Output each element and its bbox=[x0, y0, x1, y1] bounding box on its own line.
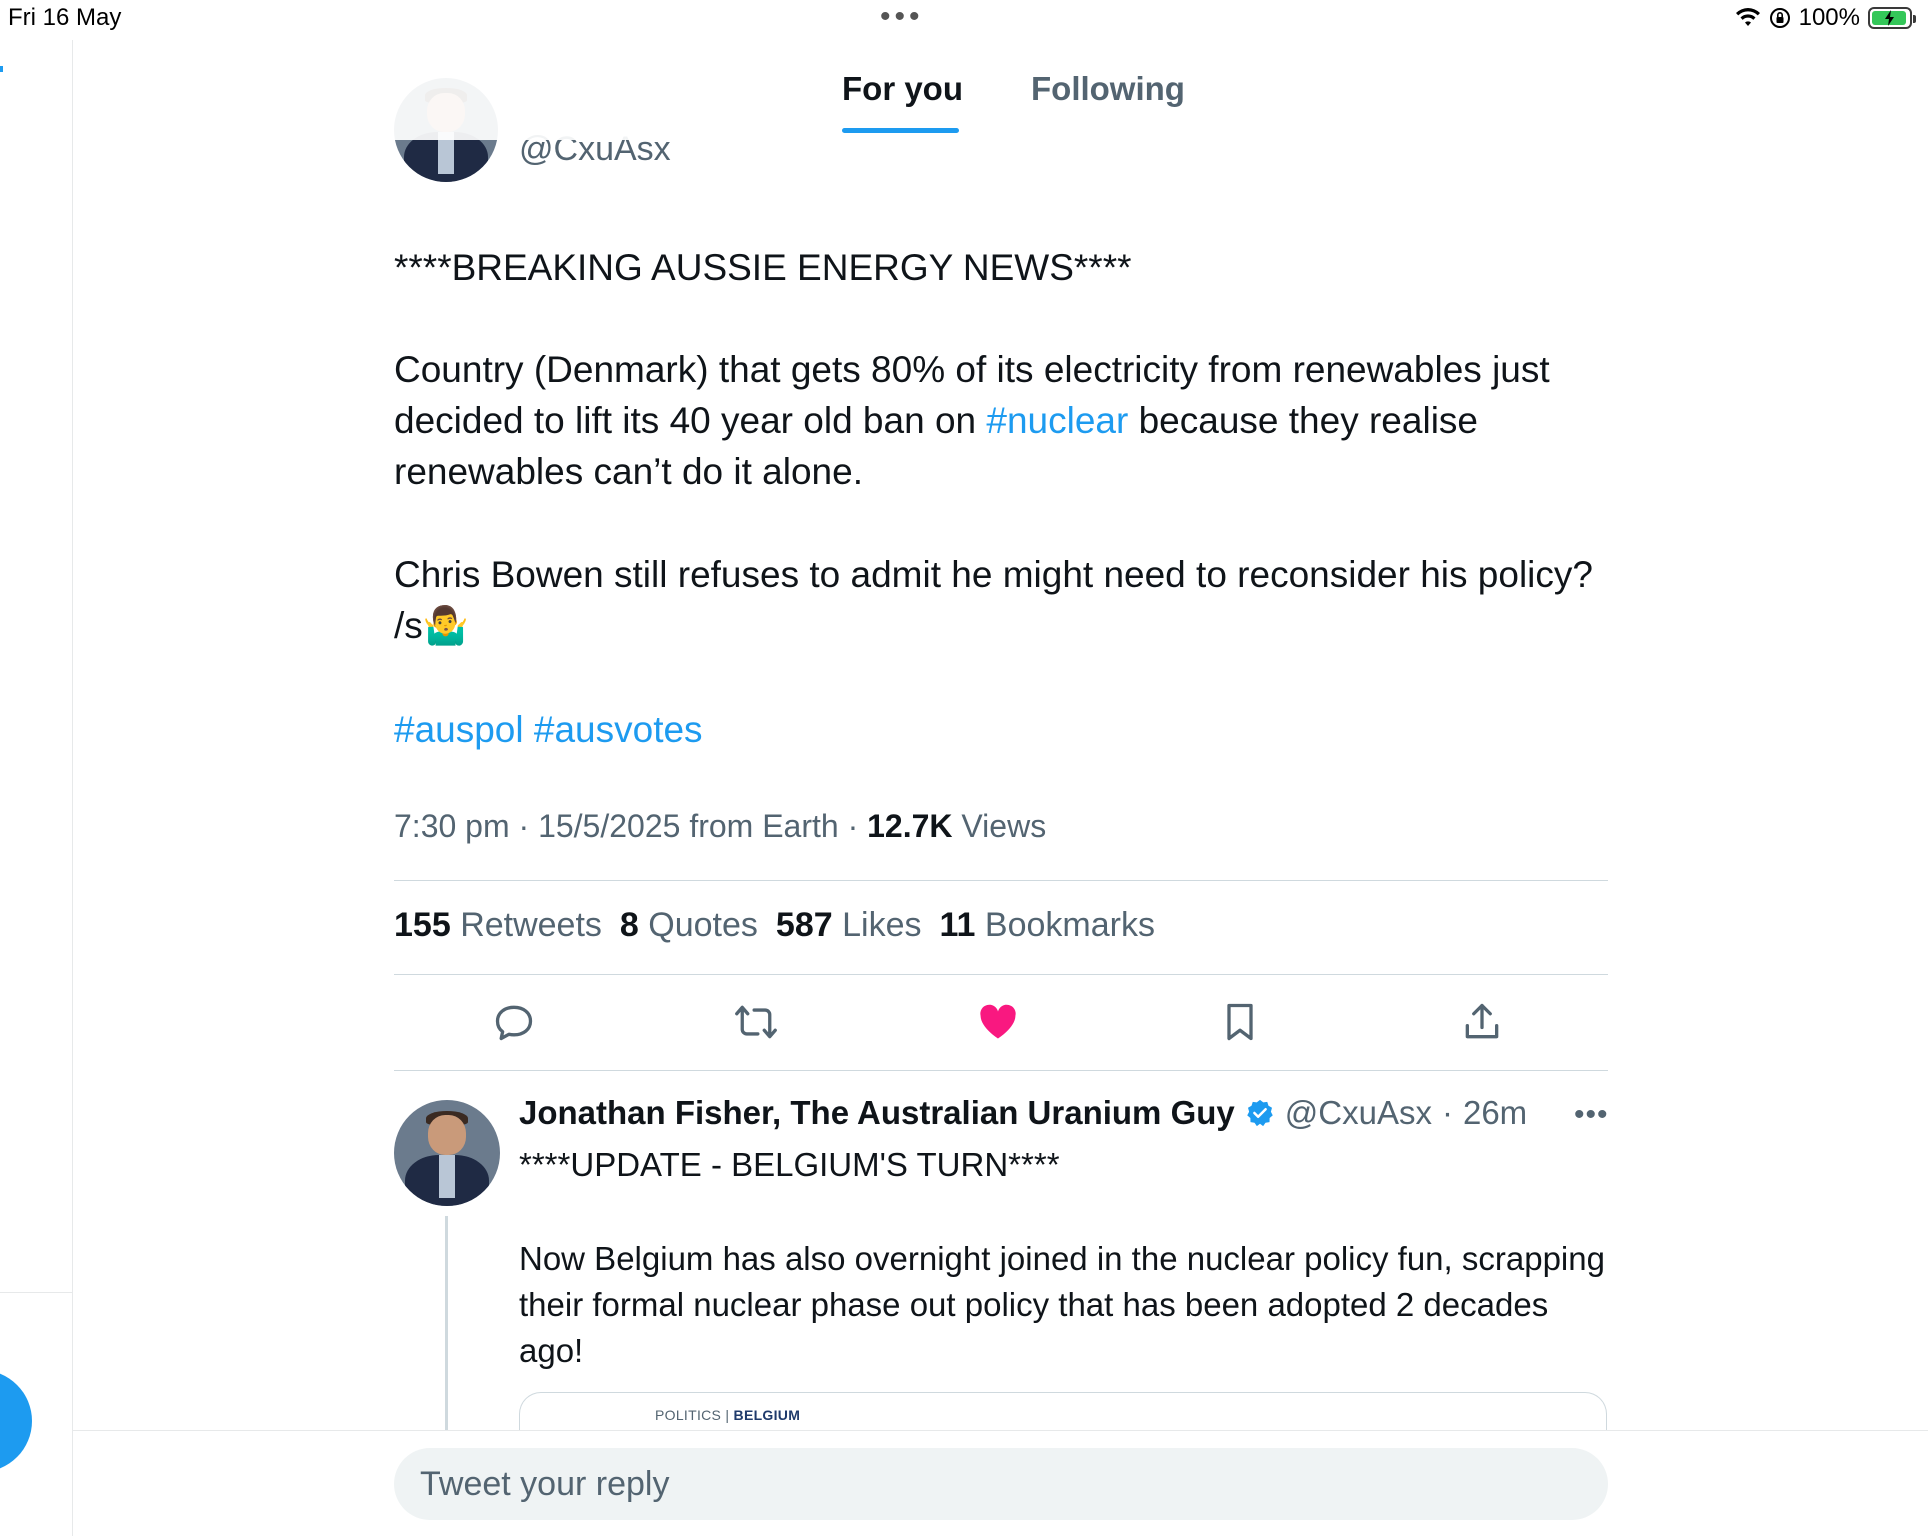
battery-icon bbox=[1868, 7, 1916, 29]
views-label: Views bbox=[961, 808, 1047, 844]
like-icon[interactable] bbox=[976, 1000, 1020, 1044]
quotes-label: Quotes bbox=[648, 906, 758, 944]
likes-count: 587 bbox=[775, 906, 833, 944]
tab-for-you[interactable]: For you bbox=[842, 70, 963, 108]
reply-body: Now Belgium has also overnight joined in… bbox=[519, 1240, 1605, 1369]
compose-button[interactable] bbox=[0, 1370, 32, 1472]
tweet-paragraph-2: Chris Bowen still refuses to admit he mi… bbox=[394, 549, 1624, 651]
share-icon[interactable] bbox=[1460, 1000, 1504, 1044]
bookmarks-count: 11 bbox=[939, 906, 976, 944]
tweet-stats: 155 Retweets 8 Quotes 587 Likes 11 Bookm… bbox=[394, 906, 1155, 945]
hashtag-ausvotes-link[interactable]: #ausvotes bbox=[534, 709, 703, 750]
retweet-icon[interactable] bbox=[734, 1000, 778, 1044]
tabs-header bbox=[73, 40, 1928, 140]
tweet-text-segment: Chris Bowen still refuses to admit he mi… bbox=[394, 554, 1593, 646]
more-icon[interactable]: ••• bbox=[1574, 1098, 1609, 1132]
tweet-date[interactable]: 15/5/2025 bbox=[538, 808, 680, 844]
likes-label: Likes bbox=[842, 906, 922, 944]
battery-percent: 100% bbox=[1798, 4, 1860, 31]
status-date: Fri 16 May bbox=[8, 4, 122, 31]
retweets-stat[interactable]: 155 Retweets bbox=[394, 906, 602, 945]
sidebar-separator bbox=[0, 1292, 72, 1293]
verified-badge-icon bbox=[1247, 1099, 1273, 1127]
quotes-count: 8 bbox=[619, 906, 639, 944]
tweet-time[interactable]: 7:30 pm bbox=[394, 808, 510, 844]
retweets-count: 155 bbox=[394, 906, 451, 944]
sidebar-divider bbox=[72, 40, 73, 1536]
reply-input[interactable] bbox=[394, 1448, 1608, 1520]
tweet-headline: ****BREAKING AUSSIE ENERGY NEWS**** bbox=[394, 247, 1132, 288]
card-label: POLITICS | BELGIUM bbox=[655, 1407, 801, 1423]
divider bbox=[394, 1070, 1608, 1071]
sidebar-edge-mark bbox=[0, 66, 3, 72]
reply-author-line: Jonathan Fisher, The Australian Uranium … bbox=[519, 1094, 1527, 1132]
reply-author-name[interactable]: Jonathan Fisher, The Australian Uranium … bbox=[519, 1094, 1235, 1132]
active-tab-indicator bbox=[842, 128, 959, 133]
likes-stat[interactable]: 587 Likes bbox=[776, 906, 922, 945]
tab-following[interactable]: Following bbox=[1031, 70, 1185, 108]
views-count: 12.7K bbox=[867, 808, 953, 844]
multitasking-dots-icon[interactable]: ••• bbox=[880, 0, 924, 34]
reply-time[interactable]: 26m bbox=[1463, 1094, 1527, 1132]
reply-separator: · bbox=[1441, 1094, 1453, 1131]
hashtag-nuclear-link[interactable]: #nuclear bbox=[986, 400, 1128, 441]
bookmarks-stat[interactable]: 11 Bookmarks bbox=[939, 906, 1154, 945]
orientation-lock-icon bbox=[1769, 8, 1790, 28]
reply-avatar[interactable] bbox=[394, 1100, 500, 1206]
retweets-label: Retweets bbox=[460, 906, 602, 944]
wifi-icon bbox=[1735, 8, 1760, 26]
status-indicators: 100% bbox=[1735, 4, 1916, 32]
tweet-hashtags: #auspol #ausvotes bbox=[394, 704, 1624, 755]
divider bbox=[394, 974, 1608, 975]
hashtag-auspol-link[interactable]: #auspol bbox=[394, 709, 524, 750]
card-region: BELGIUM bbox=[733, 1407, 801, 1423]
reply-icon[interactable] bbox=[492, 1000, 536, 1044]
tweet-paragraph-1: Country (Denmark) that gets 80% of its e… bbox=[394, 344, 1624, 497]
quotes-stat[interactable]: 8 Quotes bbox=[620, 906, 758, 945]
shrug-emoji: 🤷‍♂️ bbox=[422, 605, 469, 646]
divider bbox=[394, 880, 1608, 881]
bookmark-icon[interactable] bbox=[1218, 1000, 1262, 1044]
reply-handle[interactable]: @CxuAsx bbox=[1285, 1094, 1432, 1132]
reply-headline: ****UPDATE - BELGIUM'S TURN**** bbox=[519, 1146, 1060, 1183]
card-section: POLITICS bbox=[655, 1407, 722, 1423]
tweet-source: from Earth bbox=[689, 808, 839, 844]
tweet-meta: 7:30 pm · 15/5/2025 from Earth · 12.7K V… bbox=[394, 808, 1047, 844]
bookmarks-label: Bookmarks bbox=[984, 906, 1155, 944]
thread-line bbox=[445, 1216, 448, 1432]
